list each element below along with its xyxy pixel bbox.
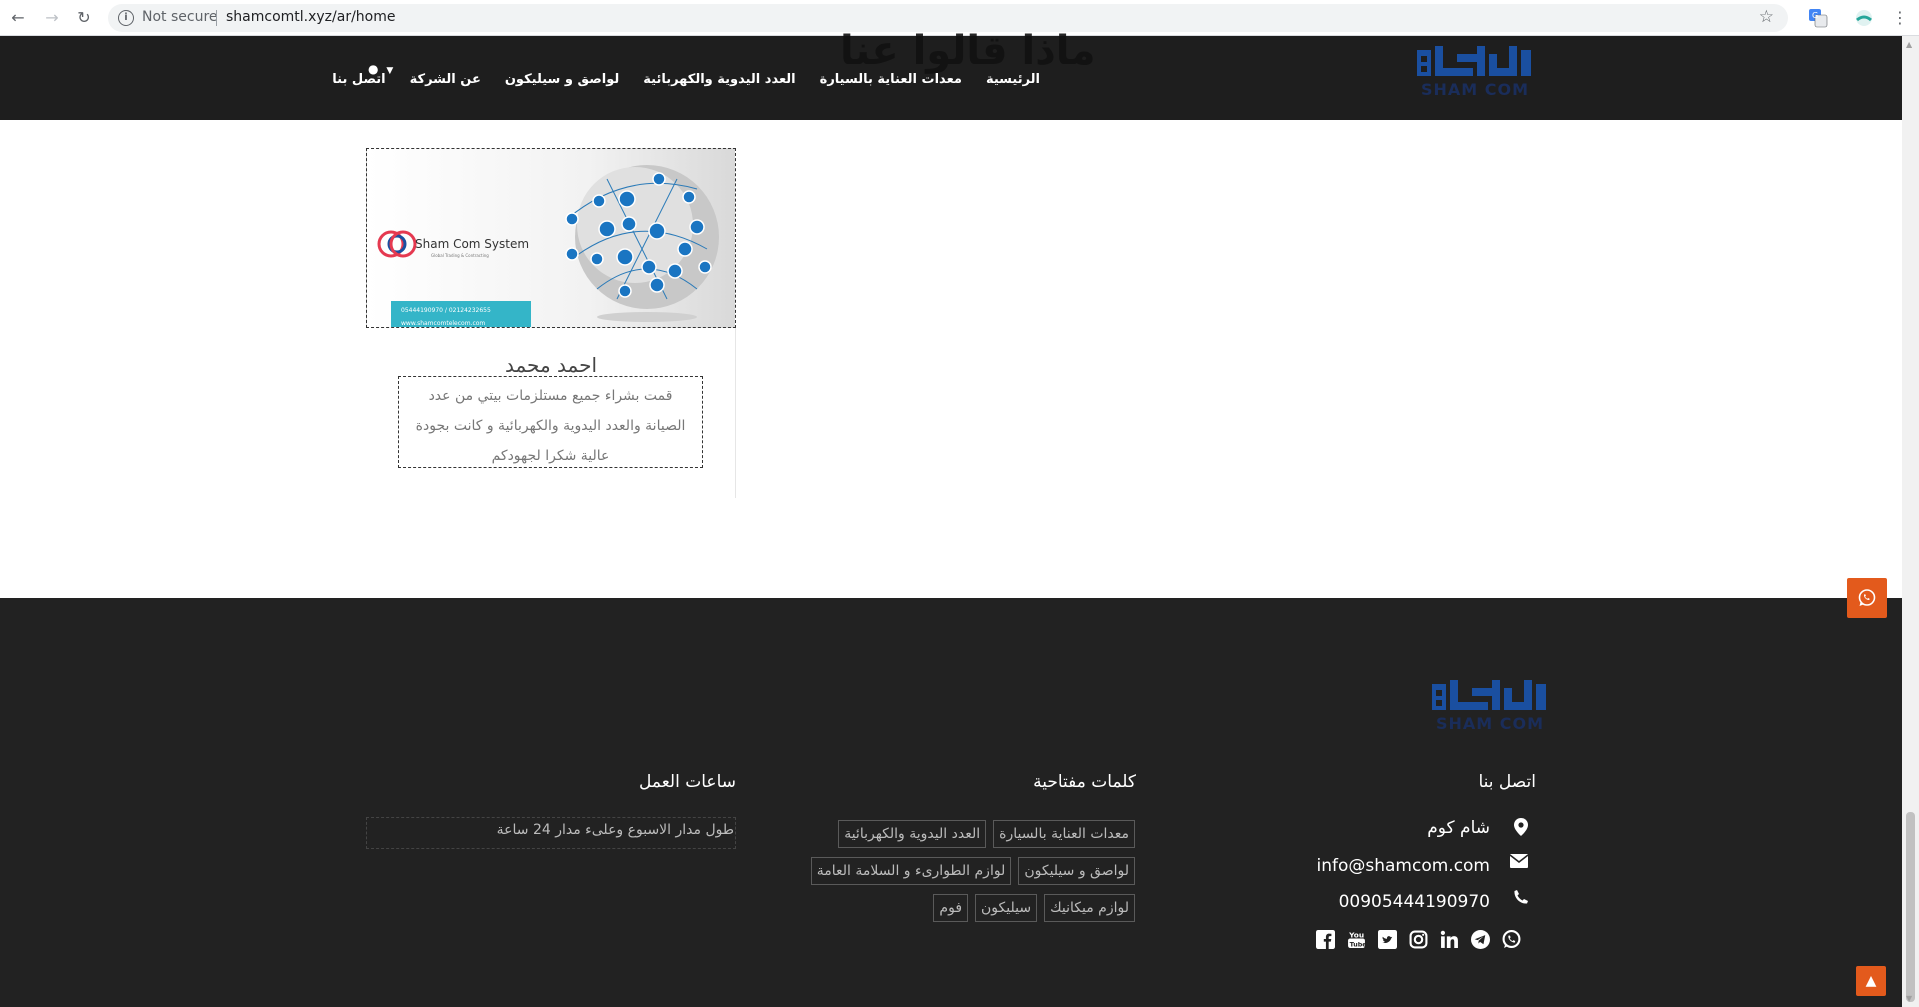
keyword-tag[interactable]: سيليكون — [975, 894, 1038, 922]
social-links: You Tube — [1316, 930, 1521, 952]
main-navigation: الرئيسية معدات العناية بالسيارة العدد ال… — [332, 72, 1040, 92]
translate-icon[interactable]: G — [1808, 8, 1828, 28]
bookmark-star-icon[interactable]: ☆ — [1759, 7, 1774, 27]
scrollbar-thumb[interactable] — [1906, 812, 1915, 1002]
contact-heading: اتصل بنا — [1478, 772, 1536, 792]
whatsapp-float-icon — [1858, 589, 1876, 606]
nav-item-home[interactable]: الرئيسية — [986, 72, 1040, 92]
nav-item-about[interactable]: عن الشركة — [410, 72, 481, 92]
keyword-tags: معدات العناية بالسيارة العدد اليدوية وال… — [760, 820, 1135, 922]
info-icon[interactable]: i — [118, 10, 134, 26]
contact-phone[interactable]: 00905444190970 — [1339, 892, 1490, 912]
keyword-tag[interactable]: لوازم ميكانيك — [1044, 894, 1135, 922]
testimonial-author-name: احمد محمد — [504, 353, 598, 377]
site-footer: SHAM COM — [0, 598, 1902, 1007]
menu-icon[interactable]: ⋮ — [1890, 8, 1910, 28]
section-title-behind-header: ماذا قالوا عنا — [840, 28, 1096, 74]
svg-text:You: You — [1348, 930, 1364, 939]
phone-icon — [1512, 890, 1530, 908]
forward-icon[interactable]: → — [42, 8, 62, 28]
testimonial-card: Sham Com System Global Trading & Contrac… — [366, 148, 736, 498]
contact-address: شام كوم — [1427, 818, 1490, 838]
linkedin-icon[interactable] — [1440, 930, 1459, 949]
youtube-icon[interactable]: You Tube — [1347, 930, 1366, 949]
keywords-heading: كلمات مفتاحية — [1033, 772, 1136, 792]
footer-logo-text: SHAM COM — [1435, 714, 1545, 733]
back-icon[interactable]: ← — [8, 8, 28, 28]
header-logo[interactable]: SHAM COM — [1413, 40, 1537, 100]
instagram-icon[interactable] — [1409, 930, 1428, 949]
image-brand-text: Sham Com System — [415, 237, 529, 251]
facebook-icon[interactable] — [1316, 930, 1335, 949]
nav-item-car-care[interactable]: معدات العناية بالسيارة — [820, 72, 962, 92]
keyword-tag[interactable]: معدات العناية بالسيارة — [993, 820, 1135, 848]
chevron-down-icon: ▼ — [386, 66, 394, 76]
keyword-tag[interactable]: العدد اليدوية والكهربائية — [838, 820, 987, 848]
working-hours-text: طول مدار الاسبوع وعلىء مدار 24 ساعة — [366, 817, 736, 849]
nav-item-tools[interactable]: العدد اليدوية والكهربائية — [643, 72, 795, 92]
omnibox-separator — [216, 10, 217, 26]
keyword-tag[interactable]: لواصق و سيليكون — [1018, 857, 1135, 885]
security-label: Not secure — [142, 9, 218, 25]
keyword-tag[interactable]: لوازم الطوارىء و السلامة العامة — [810, 857, 1012, 885]
telegram-icon[interactable] — [1471, 930, 1490, 949]
contact-email[interactable]: info@shamcom.com — [1316, 856, 1490, 876]
page-scrollbar[interactable]: ▲ ▼ — [1902, 36, 1919, 1007]
footer-logo-mark-icon — [1432, 680, 1546, 710]
image-site-text: www.shamcomtelecom.com — [401, 320, 485, 327]
network-globe-illustration: Sham Com System Global Trading & Contrac… — [377, 165, 719, 327]
testimonial-quote: قمت بشراء جميع مستلزمات بيتي من عدد الصي… — [398, 376, 703, 468]
scroll-down-arrow-icon[interactable]: ▼ — [1906, 994, 1912, 1003]
arrow-up-icon: ▲ — [1865, 973, 1877, 989]
svg-text:Tube: Tube — [1350, 941, 1366, 948]
header-logo-text: SHAM COM — [1420, 80, 1530, 99]
keyword-tag[interactable]: فوم — [933, 894, 969, 922]
globe-icon: ● — [368, 62, 379, 76]
logo-mark-icon — [1417, 46, 1531, 76]
twitter-icon[interactable] — [1378, 930, 1397, 949]
scroll-to-top-button[interactable]: ▲ — [1856, 966, 1886, 996]
svg-text:G: G — [1812, 11, 1818, 20]
whatsapp-float-button[interactable] — [1847, 578, 1887, 618]
extension-icon[interactable] — [1854, 8, 1874, 28]
image-phone-text: 05444190970 / 02124232655 — [401, 307, 491, 314]
map-pin-icon — [1512, 818, 1530, 836]
whatsapp-icon[interactable] — [1502, 930, 1521, 949]
nav-item-adhesives[interactable]: لواصق و سيليكون — [505, 72, 619, 92]
testimonial-image: Sham Com System Global Trading & Contrac… — [366, 148, 736, 328]
reload-icon[interactable]: ↻ — [74, 8, 94, 28]
site-header: ماذا قالوا عنا SHAM COM الرئيسية معدات ا… — [0, 28, 1902, 120]
footer-logo[interactable]: SHAM COM — [1428, 674, 1552, 734]
hours-heading: ساعات العمل — [639, 772, 736, 792]
image-tagline-text: Global Trading & Contracting — [431, 253, 489, 258]
contact-list: شام كوم info@shamcom.com 00905444190970 — [1300, 818, 1536, 948]
scroll-up-arrow-icon[interactable]: ▲ — [1906, 40, 1912, 49]
language-dropdown[interactable]: ● ▼ — [368, 62, 393, 76]
url-text[interactable]: shamcomtl.xyz/ar/home — [226, 9, 396, 25]
envelope-icon — [1509, 854, 1529, 872]
